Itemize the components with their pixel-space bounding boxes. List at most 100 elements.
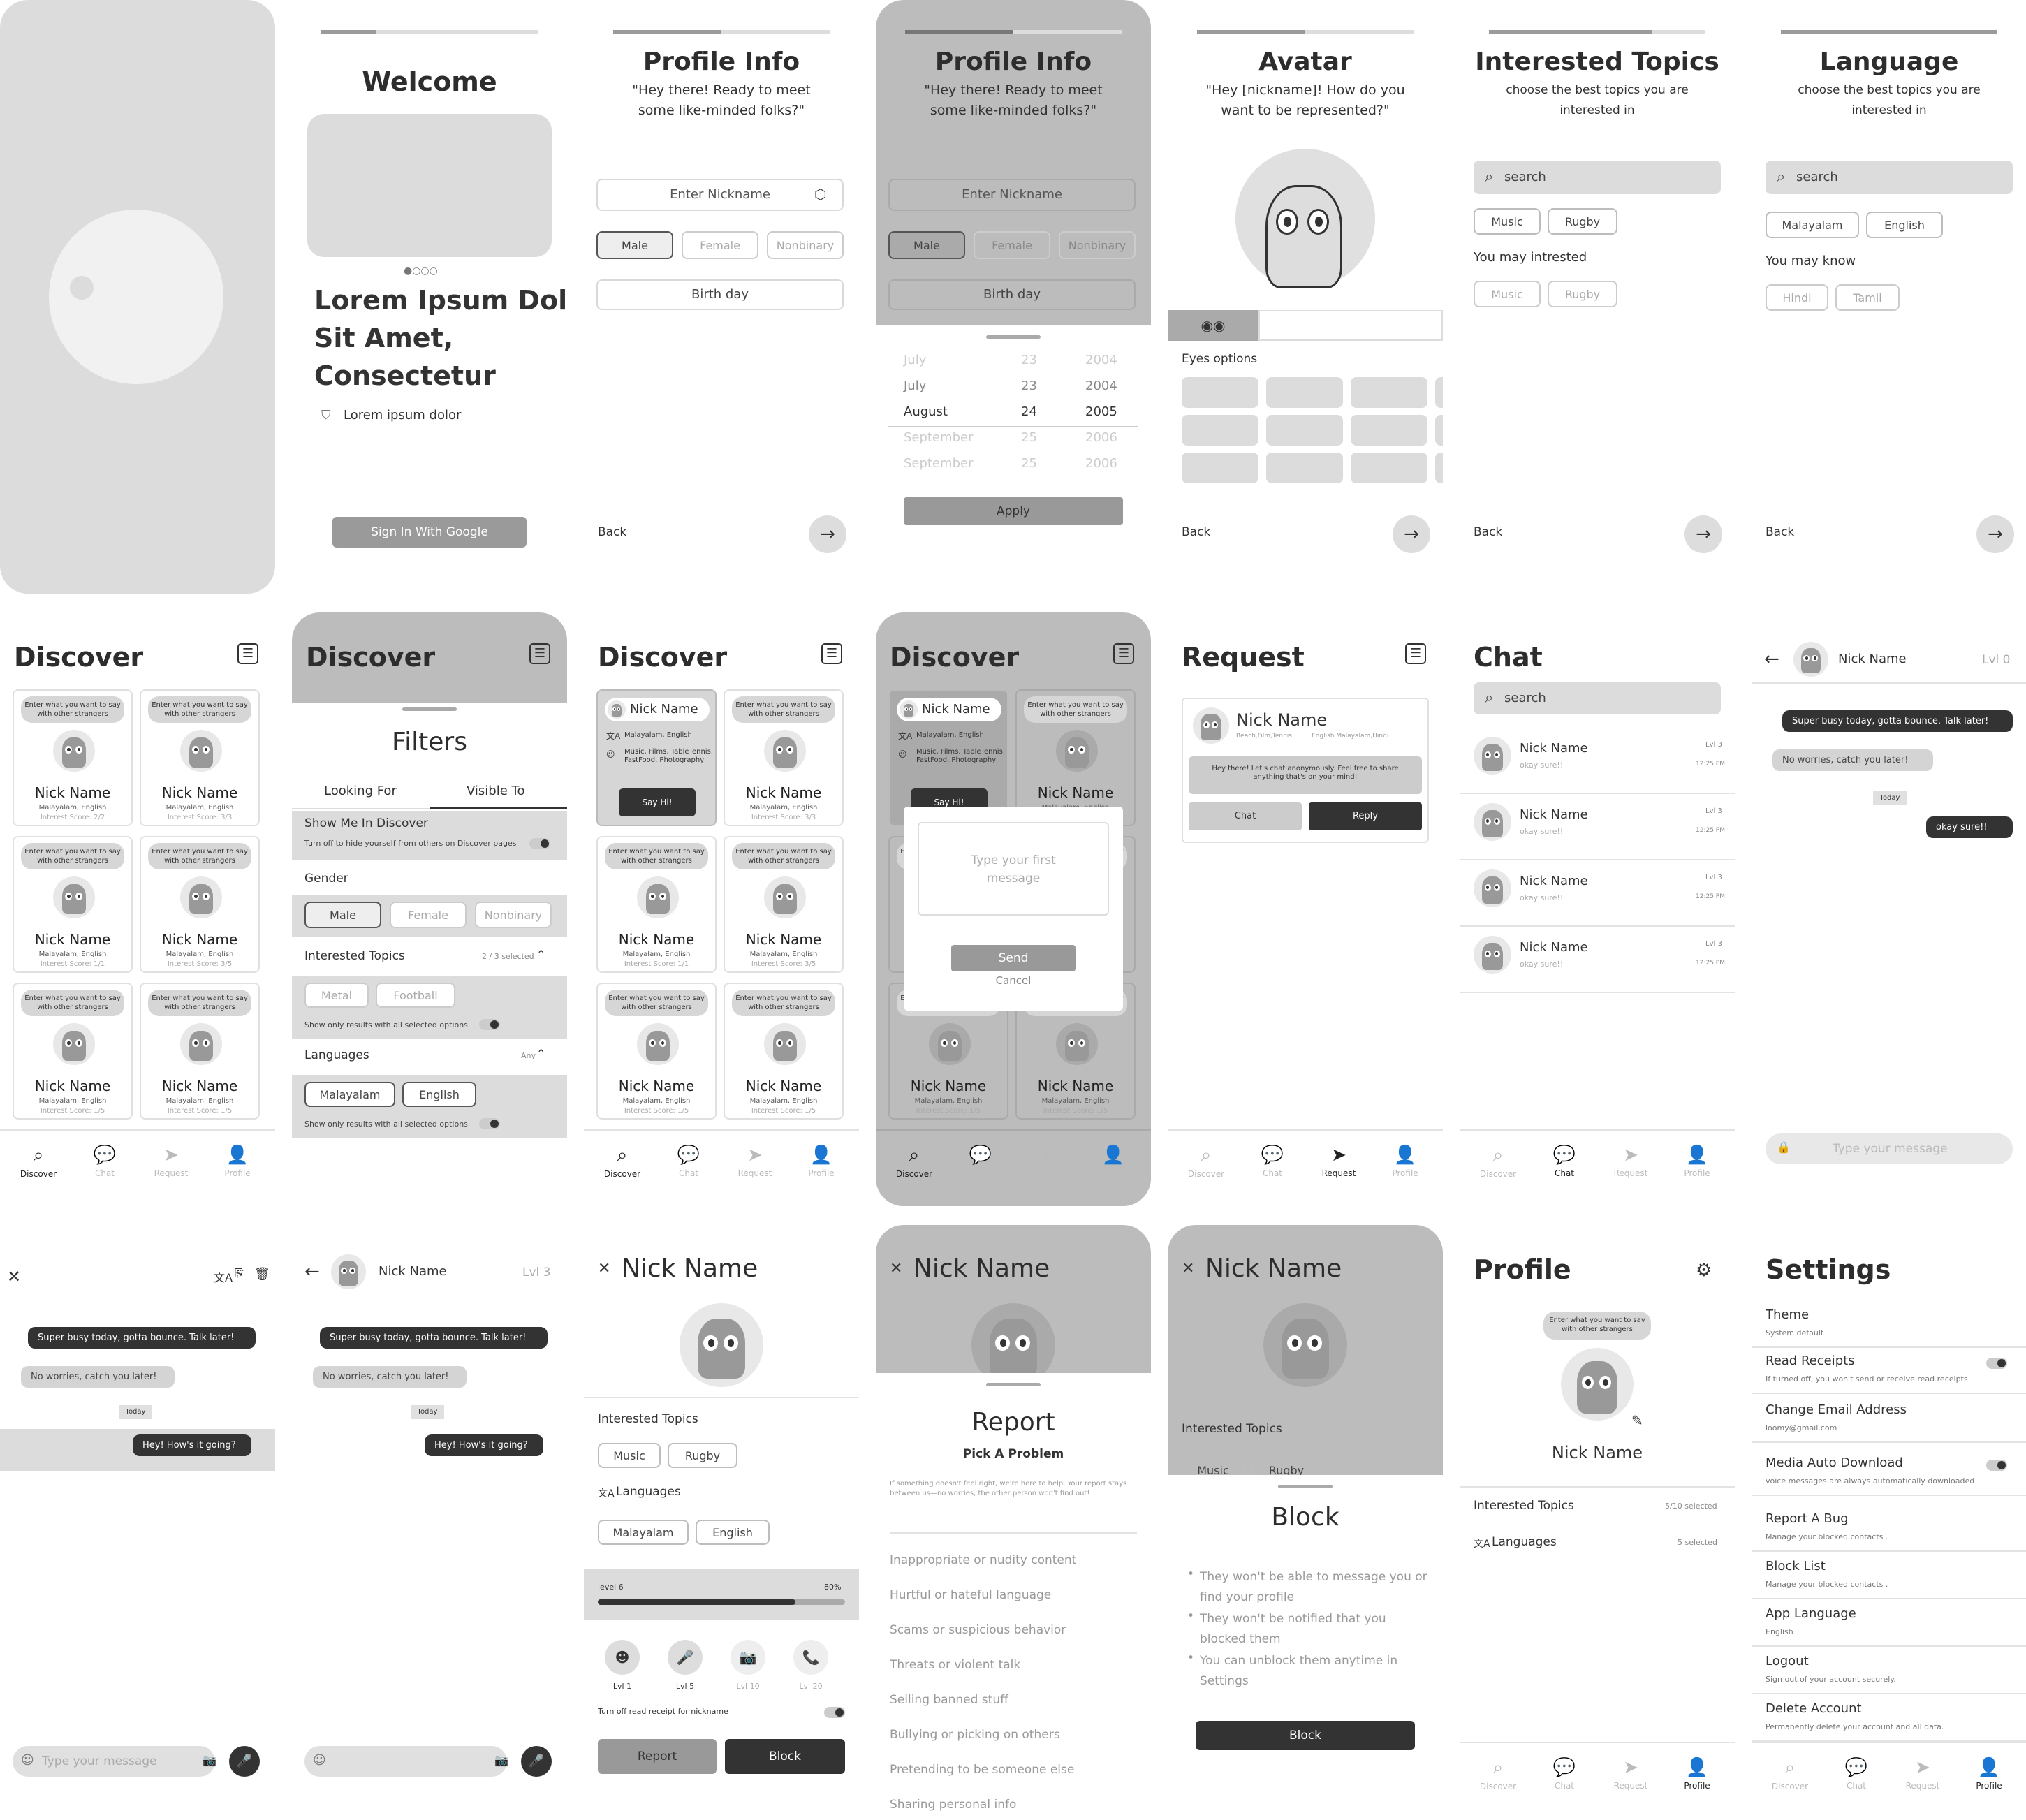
- eyes-tab[interactable]: ◉◉: [1168, 310, 1258, 341]
- chat-name[interactable]: Nick Name: [1520, 741, 1588, 756]
- message-input[interactable]: Type your message: [13, 1746, 215, 1777]
- report-option[interactable]: Scams or suspicious behavior: [890, 1623, 1066, 1637]
- nav-request[interactable]: ➤ Request: [727, 1145, 783, 1178]
- nav-discover[interactable]: ⌕ Discover: [1470, 1145, 1526, 1179]
- filter-icon[interactable]: ☰: [1113, 643, 1134, 664]
- back-button[interactable]: Back: [1766, 525, 1794, 539]
- back-arrow-icon[interactable]: ←: [1764, 649, 1779, 670]
- nav-discover[interactable]: ⌕ Discover: [886, 1145, 942, 1179]
- eye-option[interactable]: [1351, 377, 1427, 408]
- close-icon[interactable]: ✕: [7, 1267, 21, 1286]
- report-option[interactable]: Bullying or picking on others: [890, 1728, 1060, 1742]
- setting-title[interactable]: Theme: [1766, 1307, 1809, 1322]
- message-input[interactable]: [304, 1746, 507, 1777]
- read-receipts-toggle[interactable]: [1986, 1358, 2007, 1369]
- carousel-dots[interactable]: ●○○○: [404, 265, 438, 277]
- picker-year[interactable]: 2004: [1085, 353, 1117, 367]
- back-button[interactable]: Back: [598, 525, 626, 539]
- chat-button[interactable]: Chat: [1189, 802, 1302, 830]
- gender-male[interactable]: Male: [304, 902, 381, 928]
- topic-chip-football[interactable]: Football: [376, 983, 455, 1008]
- lang-chip-malayalam[interactable]: Malayalam: [304, 1082, 395, 1107]
- chat-name[interactable]: Nick Name: [1520, 940, 1588, 955]
- suggest-chip-music[interactable]: Music: [1474, 281, 1541, 307]
- report-option[interactable]: Pretending to be someone else: [890, 1763, 1074, 1777]
- gender-female[interactable]: Female: [974, 231, 1050, 259]
- discover-card[interactable]: Enter what you want to say with other st…: [724, 983, 844, 1120]
- chat-name[interactable]: Nick Name: [1520, 874, 1588, 888]
- report-option[interactable]: Sharing personal info: [890, 1798, 1016, 1812]
- eye-option[interactable]: [1266, 453, 1343, 483]
- gender-nonbinary[interactable]: Nonbinary: [767, 231, 844, 259]
- chat-name[interactable]: Nick Name: [1520, 807, 1588, 822]
- chevron-up-icon[interactable]: ⌃: [536, 948, 545, 961]
- first-message-input[interactable]: Type your first message: [918, 822, 1109, 916]
- discover-card[interactable]: Enter what you want to say with other st…: [596, 836, 717, 973]
- sheet-handle[interactable]: [402, 707, 457, 711]
- picker-day[interactable]: 23: [1021, 379, 1037, 393]
- camera-icon[interactable]: 📷: [203, 1754, 216, 1767]
- setting-title[interactable]: Report A Bug: [1766, 1511, 1849, 1526]
- picker-month[interactable]: September: [904, 456, 974, 471]
- next-button[interactable]: →: [1684, 515, 1722, 553]
- topics-label[interactable]: Interested Topics: [1474, 1499, 1574, 1513]
- setting-title[interactable]: Delete Account: [1766, 1701, 1862, 1716]
- picker-year[interactable]: 2006: [1085, 456, 1117, 471]
- discover-card[interactable]: Enter what you want to say with other st…: [596, 983, 717, 1120]
- picker-month[interactable]: July: [904, 379, 926, 393]
- report-option[interactable]: Inappropriate or nudity content: [890, 1553, 1076, 1567]
- nav-profile[interactable]: 👤 Profile: [1669, 1757, 1725, 1791]
- filter-icon[interactable]: ☰: [821, 643, 842, 664]
- discover-card[interactable]: Enter what you want to say with other st…: [140, 983, 260, 1120]
- back-button[interactable]: Back: [1182, 525, 1210, 539]
- picker-day[interactable]: 25: [1021, 456, 1037, 471]
- delete-icon[interactable]: 🗑: [254, 1267, 270, 1282]
- next-button[interactable]: →: [1976, 515, 2014, 553]
- mouth-tab[interactable]: [1258, 310, 1443, 341]
- topic-search-input[interactable]: search: [1474, 161, 1721, 194]
- eye-option[interactable]: [1435, 377, 1443, 408]
- next-button[interactable]: →: [1393, 515, 1430, 553]
- suggest-chip-hindi[interactable]: Hindi: [1766, 284, 1828, 311]
- nav-request[interactable]: ➤ Request: [143, 1145, 199, 1178]
- cancel-button[interactable]: Cancel: [951, 974, 1076, 987]
- discover-card[interactable]: Enter what you want to say with other st…: [1015, 689, 1136, 826]
- discover-card[interactable]: Enter what you want to say with other st…: [724, 689, 844, 826]
- nav-request[interactable]: ➤ Request: [1895, 1757, 1951, 1791]
- camera-icon[interactable]: 📷: [494, 1754, 508, 1767]
- setting-title[interactable]: Logout: [1766, 1654, 1809, 1668]
- gender-nonbinary[interactable]: Nonbinary: [1059, 231, 1136, 259]
- nav-profile[interactable]: 👤 Profile: [1377, 1145, 1433, 1178]
- picker-month[interactable]: July: [904, 353, 926, 367]
- say-hi-button[interactable]: Say Hi!: [619, 788, 696, 816]
- eye-option[interactable]: [1435, 415, 1443, 446]
- reply-button[interactable]: Reply: [1309, 802, 1422, 830]
- chevron-up-icon[interactable]: ⌃: [536, 1047, 545, 1060]
- eye-option[interactable]: [1435, 453, 1443, 483]
- nav-discover[interactable]: ⌕ Discover: [594, 1145, 650, 1179]
- eye-option[interactable]: [1266, 415, 1343, 446]
- picker-day[interactable]: 23: [1021, 353, 1037, 367]
- nav-profile[interactable]: 👤 Profile: [1669, 1145, 1725, 1178]
- discover-card[interactable]: Enter what you want to say with other st…: [140, 836, 260, 973]
- gender-nonbinary[interactable]: Nonbinary: [475, 902, 552, 928]
- nav-discover[interactable]: ⌕ Discover: [1762, 1757, 1818, 1791]
- picker-day[interactable]: 24: [1021, 404, 1037, 419]
- suggest-chip-tamil[interactable]: Tamil: [1835, 284, 1900, 311]
- eye-option[interactable]: [1266, 377, 1343, 408]
- show-me-toggle[interactable]: [529, 838, 550, 849]
- lang-chip-english[interactable]: English: [1866, 212, 1943, 238]
- picker-year[interactable]: 2006: [1085, 430, 1117, 445]
- topic-chip-music[interactable]: Music: [1474, 208, 1541, 235]
- nav-chat[interactable]: 💬 Chat: [1536, 1757, 1592, 1791]
- close-icon[interactable]: ✕: [598, 1260, 610, 1277]
- gender-male[interactable]: Male: [596, 231, 673, 259]
- profile-bubble[interactable]: Enter what you want to say with other st…: [1543, 1312, 1651, 1340]
- nav-request[interactable]: ➤ Request: [1603, 1145, 1659, 1178]
- filter-icon[interactable]: ☰: [237, 643, 258, 664]
- gear-icon[interactable]: ⚙: [1696, 1260, 1712, 1281]
- message-input[interactable]: Type your message: [1766, 1133, 2013, 1164]
- picker-year[interactable]: 2005: [1085, 404, 1117, 419]
- discover-card[interactable]: Enter what you want to say with other st…: [13, 836, 133, 973]
- apply-button[interactable]: Apply: [904, 497, 1123, 525]
